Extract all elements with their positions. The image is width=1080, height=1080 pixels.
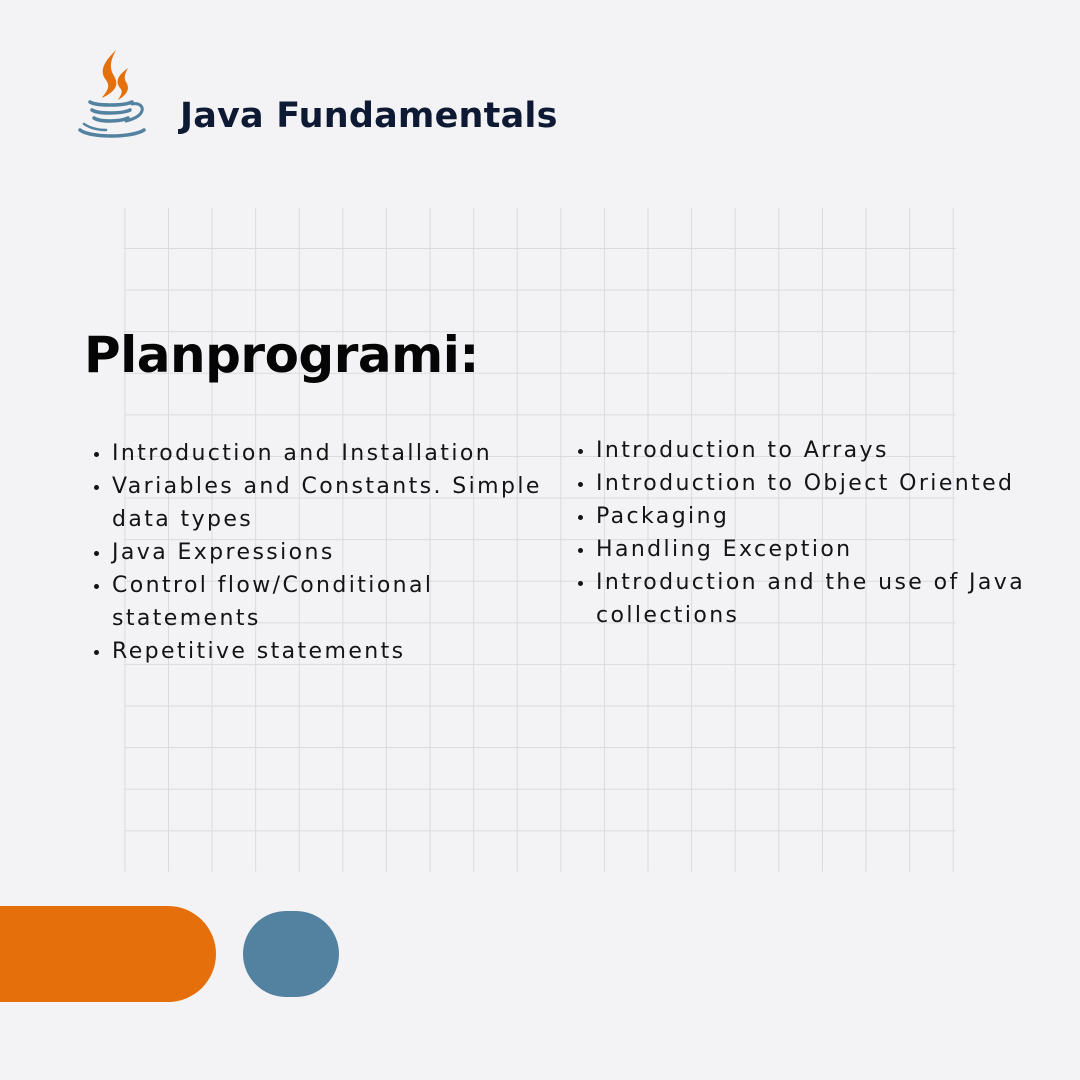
list-item: Variables and Constants. Simple data typ…: [92, 470, 560, 536]
list-item: Introduction to Object Oriented: [576, 467, 1046, 500]
section-title: Planprogrami:: [84, 326, 479, 384]
list-item: Packaging: [576, 500, 1046, 533]
list-item: Introduction to Arrays: [576, 434, 1046, 467]
list-item: Handling Exception: [576, 533, 1046, 566]
list-item: Repetitive statements: [92, 635, 560, 668]
list-item: Java Expressions: [92, 536, 560, 569]
list-item: Control flow/Conditional statements: [92, 569, 560, 635]
orange-pill-shape: [0, 906, 216, 1002]
list-item: Introduction and the use of Java collect…: [576, 566, 1046, 632]
java-coffee-cup-icon: [78, 50, 146, 138]
brand-title: Java Fundamentals: [180, 96, 558, 136]
topics-list-left: Introduction and Installation Variables …: [92, 437, 560, 668]
blue-circle-shape: [243, 911, 339, 997]
topics-list-right: Introduction to Arrays Introduction to O…: [576, 434, 1046, 632]
list-item: Introduction and Installation: [92, 437, 560, 470]
